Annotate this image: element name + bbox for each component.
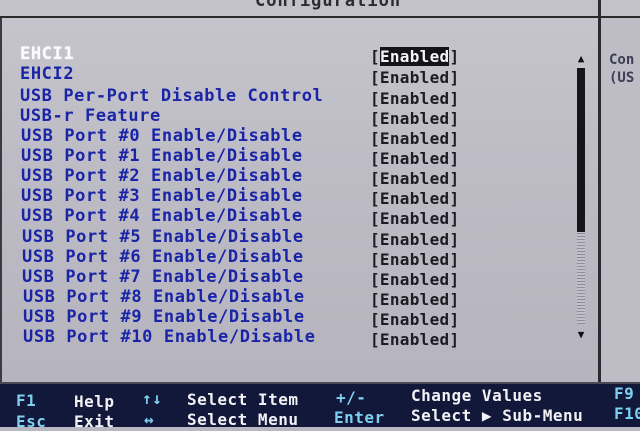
setting-row-usb-port-5[interactable]: USB Port #5 Enable/Disable [Enabled]	[22, 227, 582, 249]
setting-row-usb-port-6[interactable]: USB Port #6 Enable/Disable [Enabled]	[22, 247, 582, 269]
scroll-thumb[interactable]	[577, 68, 585, 232]
title-bar: Configuration	[0, 0, 640, 18]
setting-label: USB Port #1 Enable/Disable	[21, 146, 303, 166]
setting-label: USB-r Feature	[20, 106, 161, 126]
setting-label: USB Port #8 Enable/Disable	[23, 287, 305, 307]
setting-label: USB Port #7 Enable/Disable	[22, 267, 304, 287]
setting-label: USB Port #5 Enable/Disable	[22, 227, 304, 247]
setting-row-usb-port-9[interactable]: USB Port #9 Enable/Disable [Enabled]	[23, 307, 583, 329]
f9-key: F9	[614, 384, 635, 403]
setting-row-usb-port-2[interactable]: USB Port #2 Enable/Disable [Enabled]	[21, 166, 581, 188]
help-text-line-1: Con	[609, 52, 635, 68]
setting-value[interactable]: [Enabled]	[370, 68, 459, 87]
scroll-down-arrow-icon[interactable]: ▼	[574, 328, 588, 342]
setting-value[interactable]: [Enabled]	[370, 330, 459, 349]
left-right-arrows-icon: ↔	[144, 410, 155, 429]
setting-label: USB Port #9 Enable/Disable	[23, 307, 305, 327]
setting-label: USB Per-Port Disable Control	[20, 86, 324, 106]
setting-label: EHCI1	[20, 44, 75, 64]
help-text-line-2: (US	[609, 70, 635, 86]
setting-row-usb-port-8[interactable]: USB Port #8 Enable/Disable [Enabled]	[23, 287, 583, 309]
setting-label: USB Port #4 Enable/Disable	[21, 206, 303, 226]
setting-row-usb-per-port-disable[interactable]: USB Per-Port Disable Control [Enabled]	[20, 86, 580, 108]
setting-label: USB Port #2 Enable/Disable	[21, 166, 303, 186]
help-hint: Help	[74, 392, 115, 411]
setting-row-usb-port-4[interactable]: USB Port #4 Enable/Disable [Enabled]	[21, 206, 581, 228]
setting-row-usb-port-10[interactable]: USB Port #10 Enable/Disable [Enabled]	[23, 327, 583, 349]
setting-value[interactable]: [Enabled]	[370, 209, 459, 228]
select-item-hint: Select Item	[187, 390, 299, 409]
setting-label: USB Port #10 Enable/Disable	[23, 327, 316, 347]
setting-row-usb-r-feature[interactable]: USB-r Feature [Enabled]	[20, 106, 580, 128]
page-title: Configuration	[255, 0, 402, 11]
change-values-hint: Change Values	[411, 386, 543, 405]
plus-minus-key: +/-	[336, 388, 367, 407]
f1-key: F1	[16, 391, 37, 410]
scroll-up-arrow-icon[interactable]: ▲	[574, 52, 588, 66]
setting-row-usb-port-3[interactable]: USB Port #3 Enable/Disable [Enabled]	[21, 186, 581, 208]
select-menu-hint: Select Menu	[187, 410, 299, 429]
setting-label: USB Port #0 Enable/Disable	[21, 126, 303, 146]
exit-hint: Exit	[74, 412, 115, 431]
enter-key: Enter	[334, 408, 385, 427]
setting-label: USB Port #3 Enable/Disable	[21, 186, 303, 206]
setting-label: EHCI2	[20, 64, 75, 84]
select-submenu-hint: Select ▶ Sub-Menu	[411, 406, 584, 425]
scrollbar[interactable]: ▲ ▼	[574, 52, 588, 342]
setting-row-ehci1[interactable]: EHCI1 [Enabled]	[20, 44, 580, 66]
bios-screen: Configuration Con (US EHCI1 [Enabled] EH…	[0, 0, 640, 431]
setting-row-usb-port-0[interactable]: USB Port #0 Enable/Disable [Enabled]	[21, 126, 581, 148]
f10-key: F10	[614, 404, 640, 423]
key-legend-bar: F1 Help ↑↓ Select Item +/- Change Values…	[0, 384, 640, 431]
setting-row-usb-port-7[interactable]: USB Port #7 Enable/Disable [Enabled]	[22, 267, 582, 289]
esc-key: Esc	[16, 412, 47, 431]
setting-row-ehci2[interactable]: EHCI2 [Enabled]	[20, 64, 580, 87]
frame-left-border	[0, 18, 2, 384]
up-down-arrows-icon: ↑↓	[142, 389, 163, 408]
setting-label: USB Port #6 Enable/Disable	[22, 247, 304, 267]
setting-row-usb-port-1[interactable]: USB Port #1 Enable/Disable [Enabled]	[21, 146, 581, 168]
